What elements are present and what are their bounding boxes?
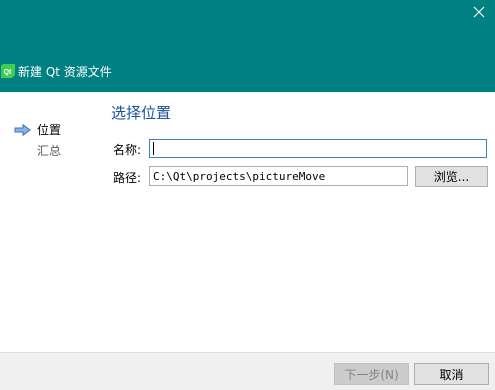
name-input[interactable] — [149, 139, 487, 158]
cancel-button[interactable]: 取消 — [414, 363, 489, 385]
step-label-location: 位置 — [37, 123, 62, 137]
path-label: 路径: — [113, 171, 142, 185]
page-title: 选择位置 — [111, 104, 172, 122]
close-icon — [473, 6, 485, 18]
dialog-title: 新建 Qt 资源文件 — [18, 64, 112, 79]
step-location: 位置 — [14, 119, 94, 140]
step-summary: 汇总 — [14, 140, 94, 161]
svg-text:Qt: Qt — [4, 69, 12, 76]
dialog-title-row: Qt 新建 Qt 资源文件 — [0, 61, 112, 81]
step-label-summary: 汇总 — [37, 144, 62, 158]
path-input[interactable] — [149, 166, 408, 186]
dialog-footer: 下一步(N) 取消 — [0, 352, 495, 390]
current-step-arrow-icon — [14, 123, 31, 136]
dialog-header: Qt 新建 Qt 资源文件 — [0, 0, 495, 92]
qt-logo-icon: Qt — [1, 64, 15, 78]
close-button[interactable] — [463, 0, 495, 24]
text-cursor — [153, 142, 154, 155]
browse-button[interactable]: 浏览... — [415, 166, 488, 187]
new-qt-resource-file-dialog: Qt 新建 Qt 资源文件 位置 汇总 选择位置 名称: 路径: 浏览... 下… — [0, 0, 495, 390]
wizard-steps: 位置 汇总 — [14, 119, 94, 161]
name-label: 名称: — [113, 143, 142, 157]
next-button[interactable]: 下一步(N) — [334, 363, 409, 385]
